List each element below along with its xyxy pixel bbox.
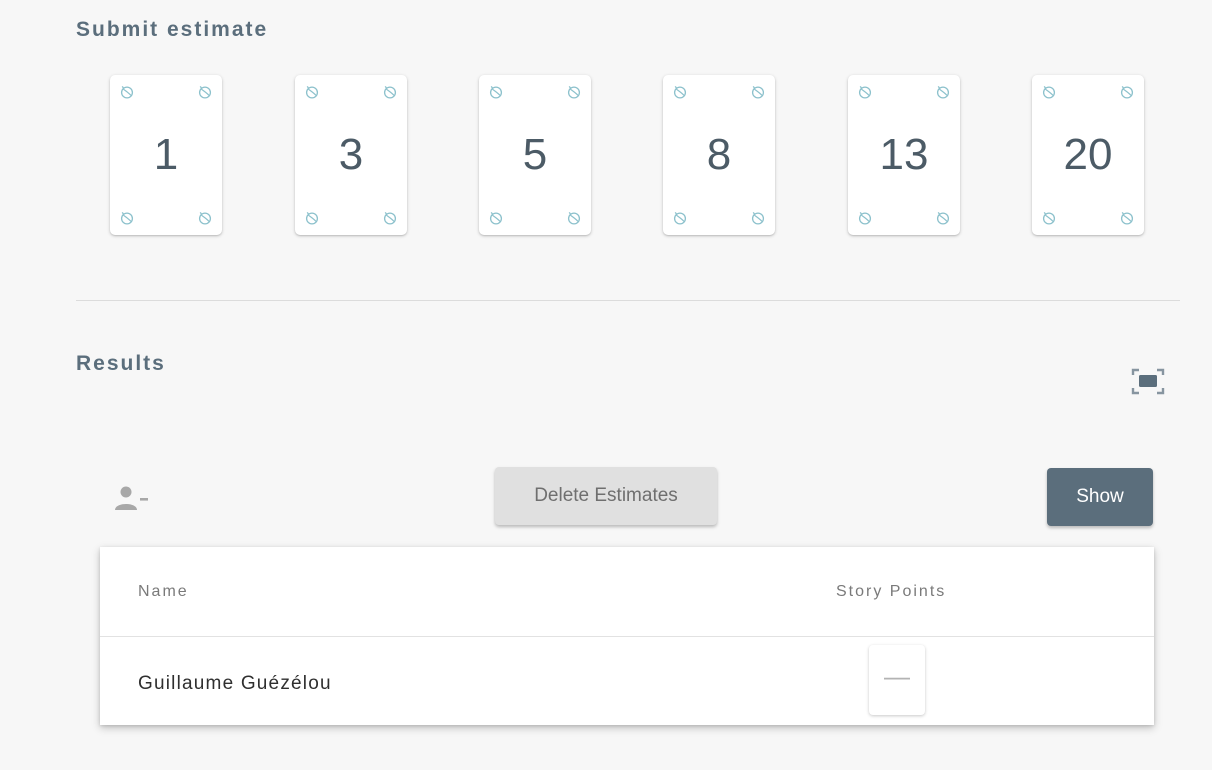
story-points-card: — [869, 645, 925, 715]
column-header-name: Name [138, 583, 189, 600]
submit-estimate-title: Submit estimate [76, 18, 269, 41]
section-divider [76, 300, 1180, 301]
card-value: 20 [1063, 130, 1113, 179]
coffee-bean-icon [672, 210, 688, 226]
coffee-bean-icon [1119, 84, 1135, 100]
card-value: 8 [706, 130, 732, 179]
card-value: 3 [338, 130, 364, 179]
results-title: Results [76, 352, 166, 375]
coffee-bean-icon [857, 84, 873, 100]
coffee-bean-icon [488, 84, 504, 100]
coffee-bean-icon [1119, 210, 1135, 226]
estimate-card-13[interactable]: 13 [848, 75, 960, 235]
coffee-bean-icon [1041, 210, 1057, 226]
coffee-bean-icon [119, 210, 135, 226]
fullscreen-icon[interactable] [1130, 367, 1166, 397]
coffee-bean-icon [197, 84, 213, 100]
coffee-bean-icon [119, 84, 135, 100]
coffee-bean-icon [750, 84, 766, 100]
coffee-bean-icon [197, 210, 213, 226]
estimate-card-8[interactable]: 8 [663, 75, 775, 235]
coffee-bean-icon [672, 84, 688, 100]
coffee-bean-icon [382, 210, 398, 226]
estimate-card-3[interactable]: 3 [295, 75, 407, 235]
results-table: Name Story Points Guillaume Guézélou — [100, 547, 1154, 725]
coffee-bean-icon [488, 210, 504, 226]
coffee-bean-icon [935, 84, 951, 100]
participant-name: Guillaume Guézélou [138, 673, 332, 694]
coffee-bean-icon [566, 210, 582, 226]
coffee-bean-icon [935, 210, 951, 226]
column-header-story-points: Story Points [836, 583, 947, 600]
coffee-bean-icon [1041, 84, 1057, 100]
coffee-bean-icon [857, 210, 873, 226]
estimate-cards: 1 3 5 8 13 20 [0, 75, 1212, 237]
remove-user-icon[interactable] [112, 484, 152, 516]
story-points-value: — [884, 661, 910, 691]
coffee-bean-icon [304, 210, 320, 226]
table-header-divider [100, 636, 1154, 637]
delete-estimates-button[interactable]: Delete Estimates [495, 467, 717, 525]
estimate-card-5[interactable]: 5 [479, 75, 591, 235]
estimate-card-1[interactable]: 1 [110, 75, 222, 235]
card-value: 13 [879, 130, 929, 179]
estimate-card-20[interactable]: 20 [1032, 75, 1144, 235]
coffee-bean-icon [304, 84, 320, 100]
coffee-bean-icon [382, 84, 398, 100]
card-value: 5 [522, 130, 548, 179]
coffee-bean-icon [566, 84, 582, 100]
show-button[interactable]: Show [1047, 468, 1153, 526]
card-value: 1 [153, 130, 179, 179]
coffee-bean-icon [750, 210, 766, 226]
